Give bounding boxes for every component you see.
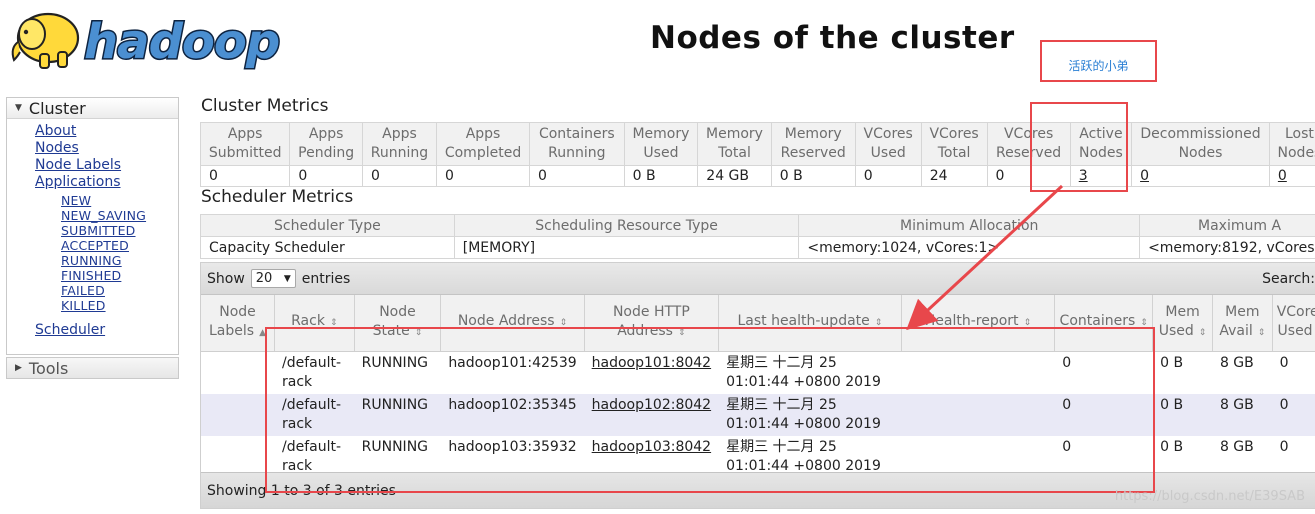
dropdown-arrow-icon: ▼ bbox=[283, 273, 291, 284]
cluster-metric-header: Decommissioned Nodes bbox=[1131, 122, 1270, 166]
cluster-metric-cell: 0 bbox=[1131, 165, 1270, 187]
sidebar-cluster-header[interactable]: ▼ Cluster bbox=[7, 98, 178, 119]
show-label: Show bbox=[207, 270, 245, 287]
cluster-metric-header: Containers Running bbox=[529, 122, 625, 166]
nav-node-labels-link[interactable]: Node Labels bbox=[35, 157, 121, 173]
scheduler-metric-header: Maximum A bbox=[1139, 214, 1315, 237]
node-cell-labels bbox=[201, 393, 275, 436]
scheduler-metrics-title: Scheduler Metrics bbox=[201, 187, 354, 207]
page-title: Nodes of the cluster bbox=[650, 20, 1015, 56]
scheduler-metric-header: Minimum Allocation bbox=[798, 214, 1141, 237]
nodes-column-label: VCores Used bbox=[1276, 303, 1315, 339]
app-state-submitted-link[interactable]: SUBMITTED bbox=[61, 223, 136, 238]
nodes-toolbar: Show 20 ▼ entries Search: bbox=[201, 263, 1315, 295]
page-length-select[interactable]: 20 ▼ bbox=[250, 269, 296, 288]
hadoop-logo: hadoop bbox=[6, 2, 306, 74]
cluster-metric-header: Memory Used bbox=[623, 122, 699, 166]
nodes-column-label: Node Labels bbox=[209, 303, 256, 339]
app-state-list: NEW NEW_SAVING SUBMITTED ACCEPTED RUNNIN… bbox=[7, 193, 178, 313]
scheduler-metric-header: Scheduling Resource Type bbox=[453, 214, 800, 237]
nav-scheduler-link[interactable]: Scheduler bbox=[35, 322, 105, 338]
node-rows-highlight-box bbox=[265, 327, 1155, 493]
cluster-metric-header: Apps Submitted bbox=[199, 122, 291, 166]
sidebar-cluster-panel: ▼ Cluster About Nodes Node Labels Applic… bbox=[6, 97, 179, 355]
sort-arrows-icon: ⇕ bbox=[1198, 327, 1207, 338]
cluster-metric-header: Apps Running bbox=[361, 122, 438, 166]
node-cell-mem-avail: 8 GB bbox=[1212, 351, 1273, 394]
cluster-metric-link[interactable]: 0 bbox=[1140, 168, 1149, 184]
scheduler-metric-header: Scheduler Type bbox=[200, 214, 455, 237]
triangle-down-icon: ▼ bbox=[15, 103, 22, 113]
cluster-metric-cell: 0 B bbox=[770, 165, 856, 187]
node-cell-mem-used: 0 B bbox=[1152, 351, 1213, 394]
cluster-metric-cell: 24 GB bbox=[697, 165, 772, 187]
node-cell-vcores-used: 0 bbox=[1272, 351, 1315, 394]
nav-applications-link[interactable]: Applications bbox=[35, 174, 121, 190]
app-state-new-saving-link[interactable]: NEW_SAVING bbox=[61, 208, 146, 223]
page-length-value: 20 bbox=[255, 271, 273, 286]
scheduler-metric-cell: <memory:8192, vCores:8 bbox=[1139, 236, 1315, 259]
cluster-metric-cell: 0 bbox=[529, 165, 625, 187]
node-cell-mem-used: 0 B bbox=[1152, 393, 1213, 436]
sidebar-tools-label: Tools bbox=[28, 358, 69, 378]
node-cell-mem-avail: 8 GB bbox=[1212, 393, 1273, 436]
cluster-metric-header: Lost Nodes bbox=[1268, 122, 1315, 166]
scheduler-metrics-table: Scheduler Type Scheduling Resource Type Mi… bbox=[200, 214, 1315, 259]
cluster-metric-header: VCores Used bbox=[854, 122, 922, 166]
cluster-metric-cell: 0 bbox=[289, 165, 363, 187]
nodes-column-header[interactable]: VCores Used⇕ bbox=[1272, 295, 1315, 352]
scheduler-metric-cell: <memory:1024, vCores:1> bbox=[798, 236, 1141, 259]
sidebar-tools-panel: ▶ Tools bbox=[6, 357, 179, 379]
scheduler-metric-cell: Capacity Scheduler bbox=[200, 236, 455, 259]
active-nodes-highlight-box bbox=[1030, 102, 1128, 192]
nodes-column-header[interactable]: Node Labels ▲ bbox=[201, 295, 275, 352]
cluster-metric-cell: 0 B bbox=[623, 165, 699, 187]
elephant-icon bbox=[11, 12, 80, 69]
node-cell-vcores-used: 0 bbox=[1272, 393, 1315, 436]
cluster-metric-cell: 0 bbox=[199, 165, 291, 187]
node-cell-labels bbox=[201, 351, 275, 394]
entries-label: entries bbox=[301, 270, 351, 287]
cluster-nav-list: About Nodes Node Labels Applications bbox=[7, 123, 178, 191]
cluster-metric-header: VCores Total bbox=[920, 122, 988, 166]
search-label: Search: bbox=[1262, 271, 1315, 287]
sort-arrows-icon: ⇕ bbox=[1257, 327, 1266, 338]
watermark: https://blog.csdn.net/E39SAB bbox=[1114, 489, 1305, 504]
cluster-metric-link[interactable]: 0 bbox=[1278, 168, 1287, 184]
svg-text:hadoop: hadoop bbox=[84, 14, 279, 70]
scheduler-metric-cell: [MEMORY] bbox=[453, 236, 800, 259]
app-state-failed-link[interactable]: FAILED bbox=[61, 283, 105, 298]
cluster-metrics-table: Apps Submitted Apps Pending Apps Running Ap… bbox=[199, 122, 1315, 187]
app-state-accepted-link[interactable]: ACCEPTED bbox=[61, 238, 129, 253]
nav-about-link[interactable]: About bbox=[35, 123, 76, 139]
cluster-metric-cell: 0 bbox=[1268, 165, 1315, 187]
cluster-metric-header: Memory Total bbox=[697, 122, 772, 166]
sidebar-tools-header[interactable]: ▶ Tools bbox=[7, 358, 178, 378]
app-state-running-link[interactable]: RUNNING bbox=[61, 253, 122, 268]
sidebar-cluster-label: Cluster bbox=[28, 98, 86, 118]
nodes-column-label: Mem Avail bbox=[1219, 303, 1260, 339]
cluster-metrics-title: Cluster Metrics bbox=[201, 96, 329, 116]
cluster-metric-header: Apps Pending bbox=[289, 122, 363, 166]
app-state-new-link[interactable]: NEW bbox=[61, 193, 91, 208]
app-state-killed-link[interactable]: KILLED bbox=[61, 298, 106, 313]
cluster-metric-cell: 0 bbox=[854, 165, 922, 187]
nodes-column-header[interactable]: Mem Avail ⇕ bbox=[1212, 295, 1273, 352]
cluster-metric-header: Memory Reserved bbox=[770, 122, 856, 166]
triangle-right-icon: ▶ bbox=[15, 363, 22, 373]
nodes-column-label: Mem Used bbox=[1158, 303, 1200, 339]
cluster-metric-header: Apps Completed bbox=[436, 122, 531, 166]
cluster-metric-cell: 0 bbox=[436, 165, 531, 187]
app-state-finished-link[interactable]: FINISHED bbox=[61, 268, 121, 283]
cluster-metric-cell: 0 bbox=[361, 165, 438, 187]
nodes-column-header[interactable]: Mem Used ⇕ bbox=[1152, 295, 1213, 352]
nav-nodes-link[interactable]: Nodes bbox=[35, 140, 79, 156]
cluster-metric-cell: 24 bbox=[920, 165, 988, 187]
annotation-note: 活跃的小弟 bbox=[1040, 40, 1157, 82]
